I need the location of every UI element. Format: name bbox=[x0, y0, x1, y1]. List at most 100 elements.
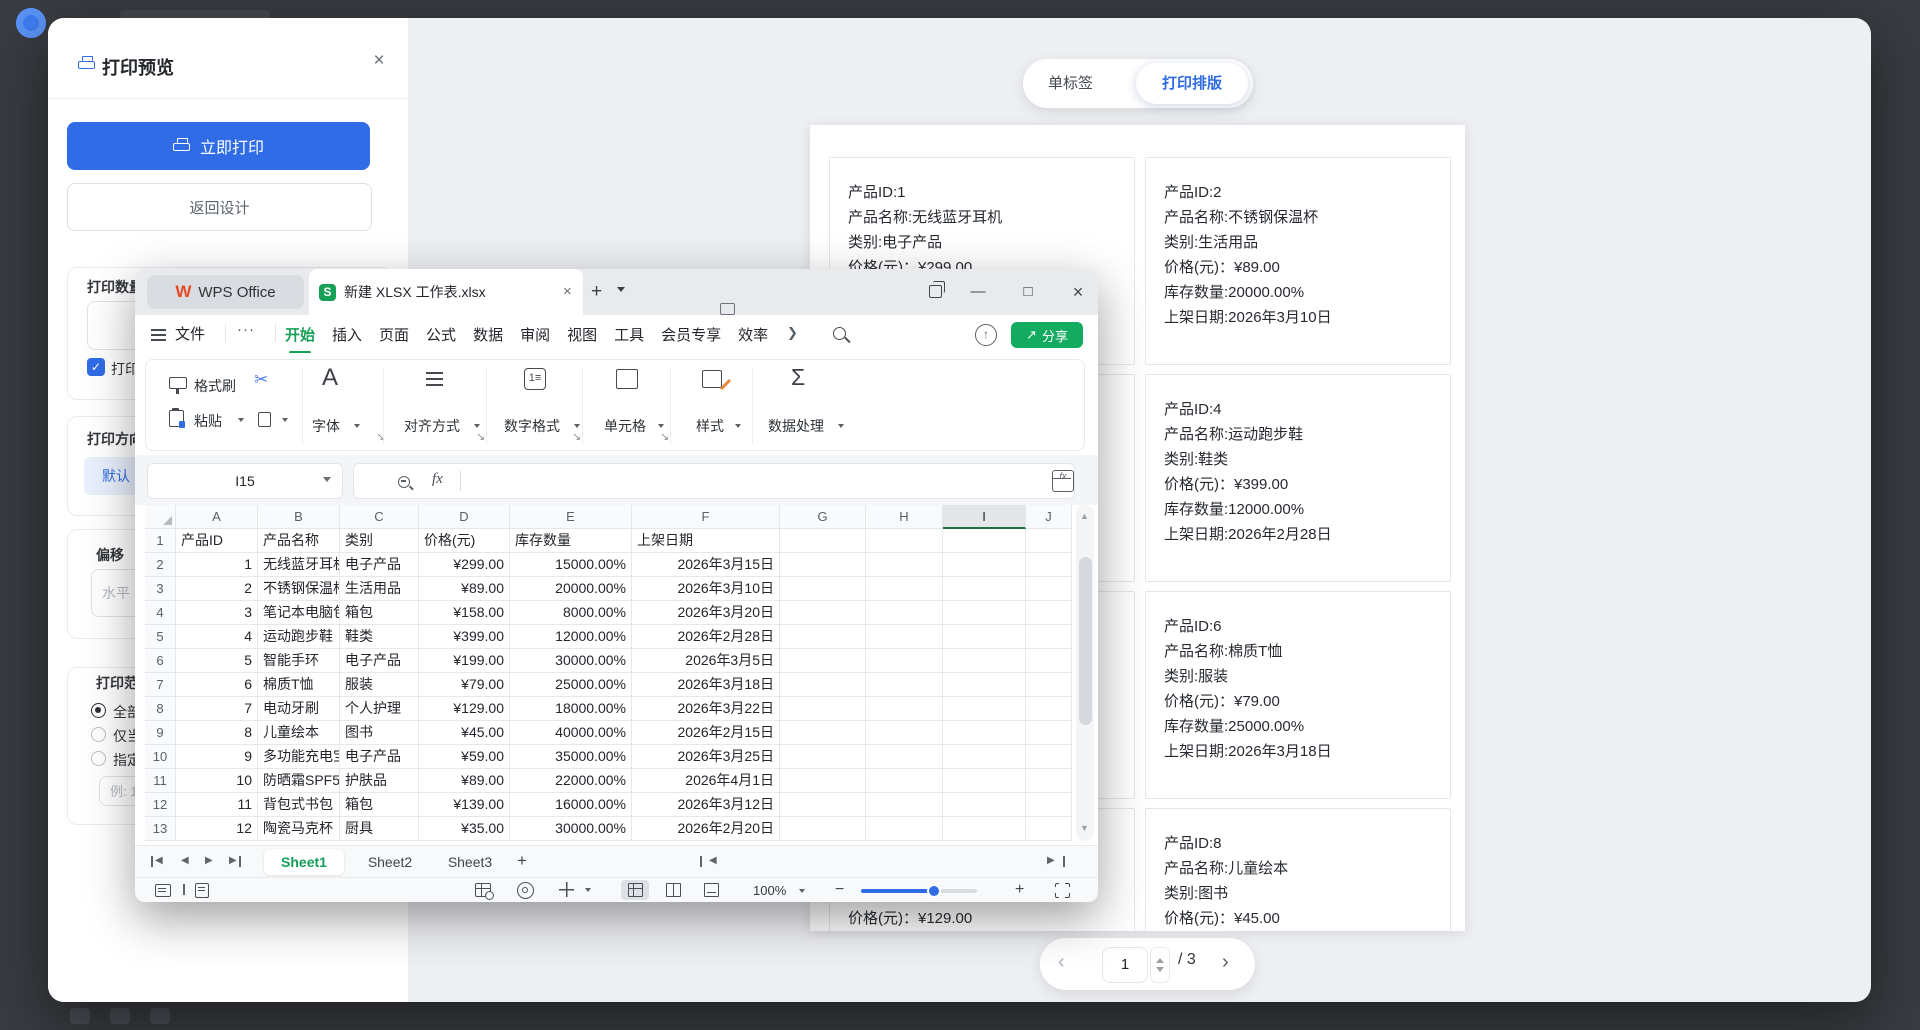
row-header-8[interactable]: 8 bbox=[145, 697, 176, 721]
grid-cell[interactable]: 图书 bbox=[340, 721, 419, 745]
grid-cell[interactable] bbox=[943, 721, 1026, 745]
grid-cell[interactable] bbox=[943, 817, 1026, 841]
grid-cell[interactable]: 12 bbox=[176, 817, 258, 841]
back-to-design-button[interactable]: 返回设计 bbox=[67, 183, 372, 231]
column-header-C[interactable]: C bbox=[340, 505, 419, 529]
grid-cell[interactable] bbox=[866, 817, 943, 841]
grid-cell[interactable] bbox=[1026, 553, 1072, 577]
grid-cell[interactable]: 电子产品 bbox=[340, 553, 419, 577]
page-stepper[interactable] bbox=[1150, 947, 1170, 983]
row-header-4[interactable]: 4 bbox=[145, 601, 176, 625]
range-option-all-radio[interactable] bbox=[91, 703, 106, 718]
grid-cell[interactable]: 背包式书包 bbox=[258, 793, 340, 817]
document-map-icon[interactable] bbox=[195, 883, 209, 898]
zoom-slider[interactable] bbox=[861, 889, 977, 893]
grid-cell[interactable]: ¥89.00 bbox=[419, 577, 510, 601]
grid-cell[interactable]: 4 bbox=[176, 625, 258, 649]
grid-cell[interactable]: ¥158.00 bbox=[419, 601, 510, 625]
sheet-tab-sheet1[interactable]: Sheet1 bbox=[264, 849, 344, 875]
row-header-2[interactable]: 2 bbox=[145, 553, 176, 577]
grid-cell[interactable] bbox=[1026, 649, 1072, 673]
row-header-7[interactable]: 7 bbox=[145, 673, 176, 697]
first-sheet-icon[interactable]: ◀ bbox=[155, 855, 163, 866]
grid-cell[interactable]: 笔记本电脑包 bbox=[258, 601, 340, 625]
next-page-icon[interactable]: › bbox=[1222, 951, 1229, 974]
grid-cell[interactable]: ¥129.00 bbox=[419, 697, 510, 721]
grid-cell[interactable]: 鞋类 bbox=[340, 625, 419, 649]
grid-cell[interactable] bbox=[780, 817, 866, 841]
grid-cell[interactable]: 2026年2月28日 bbox=[632, 625, 780, 649]
grid-cell[interactable] bbox=[780, 721, 866, 745]
grid-cell[interactable] bbox=[1026, 625, 1072, 649]
grid-cell[interactable]: 2026年3月5日 bbox=[632, 649, 780, 673]
grid-cell[interactable] bbox=[943, 745, 1026, 769]
prev-page-icon[interactable]: ‹ bbox=[1058, 951, 1065, 974]
grid-cell[interactable]: 25000.00% bbox=[510, 673, 632, 697]
grid-cell[interactable] bbox=[866, 745, 943, 769]
grid-cell[interactable] bbox=[866, 529, 943, 553]
eye-protection-icon[interactable] bbox=[517, 882, 534, 899]
page-number-input[interactable]: 1 bbox=[1102, 947, 1148, 983]
grid-cell[interactable]: 价格(元) bbox=[419, 529, 510, 553]
grid-cell[interactable]: 2026年3月20日 bbox=[632, 601, 780, 625]
grid-cell[interactable] bbox=[866, 625, 943, 649]
vertical-scroll-thumb[interactable] bbox=[1079, 557, 1092, 725]
move-center-icon[interactable] bbox=[559, 882, 574, 897]
zoom-out-icon[interactable]: − bbox=[835, 881, 844, 899]
grid-cell[interactable]: 多功能充电宝 bbox=[258, 745, 340, 769]
vertical-scrollbar[interactable]: ▲ ▼ bbox=[1076, 505, 1094, 841]
grid-cell[interactable] bbox=[780, 793, 866, 817]
grid-cell[interactable]: ¥399.00 bbox=[419, 625, 510, 649]
grid-cell[interactable]: ¥299.00 bbox=[419, 553, 510, 577]
range-option-current-radio[interactable] bbox=[91, 727, 106, 742]
grid-cell[interactable] bbox=[780, 577, 866, 601]
grid-cell[interactable]: 棉质T恤 bbox=[258, 673, 340, 697]
grid-cell[interactable]: 2026年3月22日 bbox=[632, 697, 780, 721]
grid-cell[interactable]: 电动牙刷 bbox=[258, 697, 340, 721]
grid-cell[interactable]: 5 bbox=[176, 649, 258, 673]
grid-cell[interactable]: 服装 bbox=[340, 673, 419, 697]
page-break-view-button[interactable] bbox=[697, 880, 725, 900]
grid-cell[interactable]: 30000.00% bbox=[510, 817, 632, 841]
grid-cell[interactable] bbox=[943, 577, 1026, 601]
scroll-down-icon[interactable]: ▼ bbox=[1080, 823, 1089, 833]
grid-cell[interactable] bbox=[780, 697, 866, 721]
select-all-corner[interactable] bbox=[145, 505, 176, 529]
grid-cell[interactable]: 9 bbox=[176, 745, 258, 769]
grid-cell[interactable] bbox=[780, 673, 866, 697]
grid-cell[interactable]: 20000.00% bbox=[510, 577, 632, 601]
grid-cell[interactable]: 产品名称 bbox=[258, 529, 340, 553]
grid-cell[interactable]: 厨具 bbox=[340, 817, 419, 841]
grid-cell[interactable]: 防晒霜SPF50 bbox=[258, 769, 340, 793]
grid-cell[interactable] bbox=[866, 577, 943, 601]
grid-cell[interactable]: 智能手环 bbox=[258, 649, 340, 673]
grid-cell[interactable] bbox=[780, 649, 866, 673]
grid-cell[interactable]: 30000.00% bbox=[510, 649, 632, 673]
fullscreen-icon[interactable] bbox=[1055, 883, 1070, 898]
grid-cell[interactable]: 10 bbox=[176, 769, 258, 793]
page-layout-view-button[interactable] bbox=[659, 880, 687, 900]
step-up-icon[interactable] bbox=[1156, 954, 1164, 963]
column-header-F[interactable]: F bbox=[632, 505, 780, 529]
grid-cell[interactable]: 2026年3月15日 bbox=[632, 553, 780, 577]
grid-cell[interactable]: 电子产品 bbox=[340, 745, 419, 769]
row-header-9[interactable]: 9 bbox=[145, 721, 176, 745]
grid-cell[interactable]: 8 bbox=[176, 721, 258, 745]
grid-cell[interactable] bbox=[943, 601, 1026, 625]
grid-cell[interactable]: 不锈钢保温杯 bbox=[258, 577, 340, 601]
grid-cell[interactable]: ¥79.00 bbox=[419, 673, 510, 697]
grid-cell[interactable] bbox=[943, 793, 1026, 817]
print-checkbox[interactable]: ✓ bbox=[87, 358, 105, 376]
next-sheet-icon[interactable]: ▶ bbox=[205, 855, 213, 866]
row-header-11[interactable]: 11 bbox=[145, 769, 176, 793]
grid-cell[interactable]: 22000.00% bbox=[510, 769, 632, 793]
grid-cell[interactable]: 运动跑步鞋 bbox=[258, 625, 340, 649]
normal-view-button[interactable] bbox=[621, 880, 649, 900]
grid-cell[interactable]: 陶瓷马克杯 bbox=[258, 817, 340, 841]
column-header-D[interactable]: D bbox=[419, 505, 510, 529]
grid-cell[interactable] bbox=[866, 697, 943, 721]
range-option-custom-radio[interactable] bbox=[91, 751, 106, 766]
toggle-print-layout[interactable]: 打印排版 bbox=[1136, 63, 1248, 104]
grid-cell[interactable]: 11 bbox=[176, 793, 258, 817]
grid-cell[interactable]: ¥35.00 bbox=[419, 817, 510, 841]
